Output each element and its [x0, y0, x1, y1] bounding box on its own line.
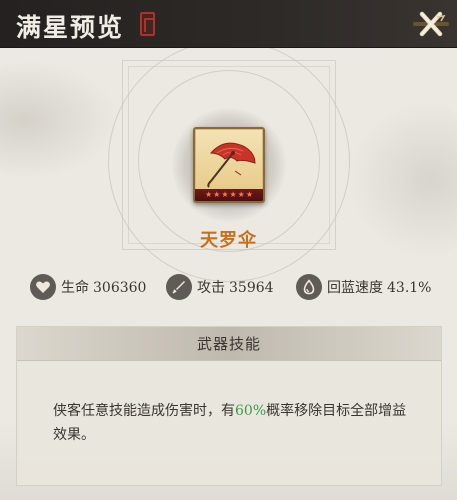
star-icon: ★: [204, 190, 213, 199]
stat-attack: 攻击 35964: [166, 272, 278, 302]
stat-label: 生命: [61, 280, 89, 296]
skill-description: 侠客任意技能造成伤害时，有60%概率移除目标全部增益效果。: [53, 399, 413, 447]
red-seal-stamp-icon: [140, 12, 155, 36]
stats-row: 生命 306360 攻击 35964 回蓝速度 43.1%: [0, 272, 457, 302]
star-rating-bar: ★ ★ ★ ★ ★ ★: [195, 189, 263, 201]
star-icon: ★: [229, 190, 237, 199]
close-button[interactable]: [411, 6, 451, 42]
red-umbrella-icon: [207, 142, 256, 188]
skill-desc-text: 侠客任意技能造成伤害时，有: [53, 403, 235, 419]
star-icon: ★: [245, 190, 254, 199]
stat-value: 35964: [229, 280, 274, 296]
weapon-skill-panel: 武器技能 侠客任意技能造成伤害时，有60%概率移除目标全部增益效果。: [16, 326, 442, 486]
sword-icon: [166, 274, 192, 300]
stat-value: 306360: [93, 280, 147, 296]
skill-chance-highlight: 60%: [235, 403, 267, 419]
ink-wash-decoration-left: [0, 60, 120, 180]
stat-value: 43.1%: [387, 280, 432, 296]
header-bar: 满星预览: [0, 0, 457, 48]
stat-mana-regen: 回蓝速度 43.1%: [296, 272, 435, 302]
item-icon-frame[interactable]: ★ ★ ★ ★ ★ ★: [193, 127, 265, 203]
item-name: 天罗伞: [200, 230, 257, 251]
star-icon: ★: [237, 190, 245, 199]
drop-icon: [296, 274, 322, 300]
page-title: 满星预览: [16, 13, 125, 42]
stat-health: 生命 306360: [30, 272, 150, 302]
close-x-icon: [419, 11, 446, 37]
star-icon: ★: [213, 190, 221, 199]
star-icon: ★: [221, 190, 229, 199]
heart-icon: [30, 274, 56, 300]
stat-label: 回蓝速度: [327, 280, 383, 296]
stat-label: 攻击: [197, 280, 225, 296]
star-preview-panel: 满星预览 ★ ★ ★ ★ ★ ★ 天罗伞 生命 306360 攻击 35964 …: [0, 0, 457, 500]
skill-panel-title: 武器技能: [17, 327, 441, 361]
